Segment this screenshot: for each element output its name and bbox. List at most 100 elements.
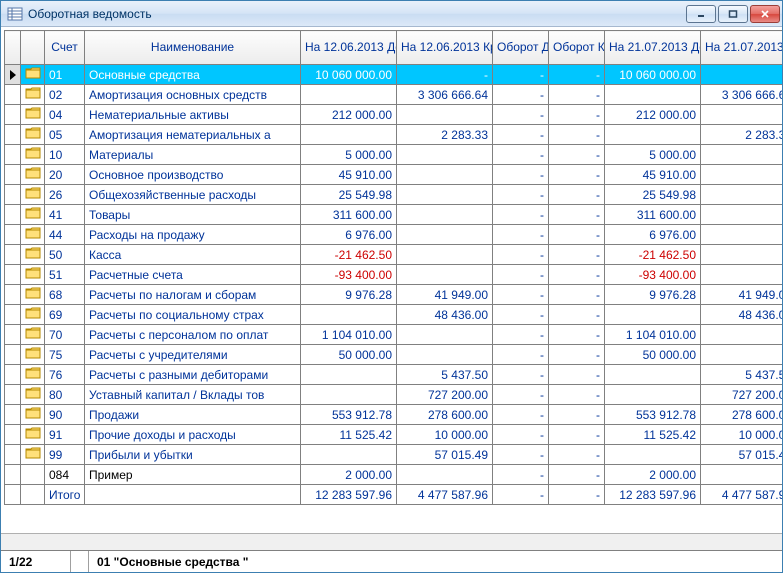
cell-turn-debit[interactable]: - <box>493 345 549 365</box>
cell-credit2[interactable] <box>701 165 783 185</box>
cell-credit2[interactable]: 727 200.00 <box>701 385 783 405</box>
cell-debit1[interactable]: -21 462.50 <box>301 245 397 265</box>
total-row[interactable]: Итого12 283 597.964 477 587.96--12 283 5… <box>5 485 783 505</box>
header-debit2[interactable]: На 21.07.2013 Дебет <box>605 31 701 65</box>
cell-name[interactable]: Расчеты с разными дебиторами <box>85 365 301 385</box>
cell-turn-credit[interactable]: - <box>549 105 605 125</box>
cell-debit1[interactable]: 9 976.28 <box>301 285 397 305</box>
cell-credit1[interactable]: - <box>397 65 493 85</box>
cell-account[interactable]: 44 <box>45 225 85 245</box>
table-row[interactable]: 05Амортизация нематериальных а2 283.33--… <box>5 125 783 145</box>
cell-name[interactable]: Уставный капитал / Вклады тов <box>85 385 301 405</box>
cell-account[interactable]: 20 <box>45 165 85 185</box>
cell-account[interactable]: 76 <box>45 365 85 385</box>
cell-account[interactable]: 084 <box>45 465 85 485</box>
cell-turn-credit[interactable]: - <box>549 245 605 265</box>
cell-turn-debit[interactable]: - <box>493 445 549 465</box>
cell-turn-debit[interactable]: - <box>493 145 549 165</box>
cell-account[interactable]: 69 <box>45 305 85 325</box>
cell-credit1[interactable]: 2 283.33 <box>397 125 493 145</box>
cell-debit2[interactable]: 553 912.78 <box>605 405 701 425</box>
cell-debit1[interactable]: 25 549.98 <box>301 185 397 205</box>
cell-credit2[interactable] <box>701 225 783 245</box>
cell-debit1[interactable]: 212 000.00 <box>301 105 397 125</box>
cell-turn-credit[interactable]: - <box>549 185 605 205</box>
cell-name[interactable]: Расходы на продажу <box>85 225 301 245</box>
cell-debit2[interactable]: 9 976.28 <box>605 285 701 305</box>
cell-credit2[interactable] <box>701 145 783 165</box>
table-row[interactable]: 91Прочие доходы и расходы11 525.4210 000… <box>5 425 783 445</box>
folder-icon[interactable] <box>21 245 45 265</box>
cell-debit2[interactable]: 6 976.00 <box>605 225 701 245</box>
cell-credit2[interactable] <box>701 205 783 225</box>
cell-debit1[interactable]: 6 976.00 <box>301 225 397 245</box>
cell-credit1[interactable] <box>397 225 493 245</box>
cell-account[interactable]: 99 <box>45 445 85 465</box>
cell-turn-debit[interactable]: - <box>493 205 549 225</box>
cell-debit2[interactable]: 1 104 010.00 <box>605 325 701 345</box>
header-account[interactable]: Счет <box>45 31 85 65</box>
cell-turn-debit[interactable]: - <box>493 425 549 445</box>
cell-name[interactable]: Амортизация нематериальных а <box>85 125 301 145</box>
folder-icon[interactable] <box>21 285 45 305</box>
cell-account[interactable]: 70 <box>45 325 85 345</box>
cell-credit2[interactable] <box>701 465 783 485</box>
cell-debit2[interactable]: 311 600.00 <box>605 205 701 225</box>
table-row[interactable]: 70Расчеты с персоналом по оплат1 104 010… <box>5 325 783 345</box>
cell-debit1[interactable] <box>301 85 397 105</box>
cell-debit2[interactable]: -21 462.50 <box>605 245 701 265</box>
cell-credit1[interactable] <box>397 345 493 365</box>
table-row[interactable]: 50Касса-21 462.50---21 462.50 <box>5 245 783 265</box>
cell-turn-debit[interactable]: - <box>493 165 549 185</box>
table-row[interactable]: 75Расчеты с учредителями50 000.00--50 00… <box>5 345 783 365</box>
cell-credit2[interactable]: 278 600.00 <box>701 405 783 425</box>
cell-turn-debit[interactable]: - <box>493 265 549 285</box>
cell-debit1[interactable]: 2 000.00 <box>301 465 397 485</box>
cell-turn-credit[interactable]: - <box>549 365 605 385</box>
cell-turn-credit[interactable]: - <box>549 65 605 85</box>
maximize-button[interactable] <box>718 5 748 23</box>
cell-turn-credit[interactable]: - <box>549 285 605 305</box>
cell-credit1[interactable] <box>397 205 493 225</box>
cell-credit1[interactable]: 3 306 666.64 <box>397 85 493 105</box>
cell-name[interactable]: Прибыли и убытки <box>85 445 301 465</box>
cell-debit2[interactable] <box>605 85 701 105</box>
cell-turn-debit[interactable]: - <box>493 85 549 105</box>
cell-debit1[interactable]: 1 104 010.00 <box>301 325 397 345</box>
cell-debit1[interactable]: 553 912.78 <box>301 405 397 425</box>
cell-credit1[interactable]: 57 015.49 <box>397 445 493 465</box>
cell-name[interactable]: Товары <box>85 205 301 225</box>
folder-icon[interactable] <box>21 325 45 345</box>
cell-turn-credit[interactable]: - <box>549 165 605 185</box>
table-row[interactable]: 69Расчеты по социальному страх48 436.00-… <box>5 305 783 325</box>
table-row[interactable]: 68Расчеты по налогам и сборам9 976.2841 … <box>5 285 783 305</box>
cell-turn-debit[interactable]: - <box>493 465 549 485</box>
cell-turn-debit[interactable]: - <box>493 245 549 265</box>
cell-debit2[interactable]: 11 525.42 <box>605 425 701 445</box>
cell-account[interactable]: 05 <box>45 125 85 145</box>
cell-debit1[interactable] <box>301 445 397 465</box>
cell-name[interactable]: Основные средства <box>85 65 301 85</box>
cell-turn-credit[interactable]: - <box>549 305 605 325</box>
cell-debit1[interactable]: 11 525.42 <box>301 425 397 445</box>
cell-debit1[interactable] <box>301 125 397 145</box>
folder-icon[interactable] <box>21 345 45 365</box>
cell-turn-credit[interactable]: - <box>549 85 605 105</box>
cell-credit2[interactable]: 5 437.50 <box>701 365 783 385</box>
cell-credit1[interactable]: 278 600.00 <box>397 405 493 425</box>
cell-turn-credit[interactable]: - <box>549 445 605 465</box>
folder-icon[interactable] <box>21 125 45 145</box>
folder-icon[interactable] <box>21 405 45 425</box>
cell-credit2[interactable] <box>701 185 783 205</box>
cell-account[interactable]: 41 <box>45 205 85 225</box>
folder-icon[interactable] <box>21 225 45 245</box>
cell-turn-debit[interactable]: - <box>493 385 549 405</box>
folder-icon[interactable] <box>21 85 45 105</box>
cell-credit1[interactable] <box>397 185 493 205</box>
table-row[interactable]: 10Материалы5 000.00--5 000.00 <box>5 145 783 165</box>
cell-account[interactable]: 10 <box>45 145 85 165</box>
cell-name[interactable]: Расчетные счета <box>85 265 301 285</box>
table-row[interactable]: 26Общехозяйственные расходы25 549.98--25… <box>5 185 783 205</box>
cell-turn-debit[interactable]: - <box>493 405 549 425</box>
folder-icon[interactable] <box>21 465 45 485</box>
